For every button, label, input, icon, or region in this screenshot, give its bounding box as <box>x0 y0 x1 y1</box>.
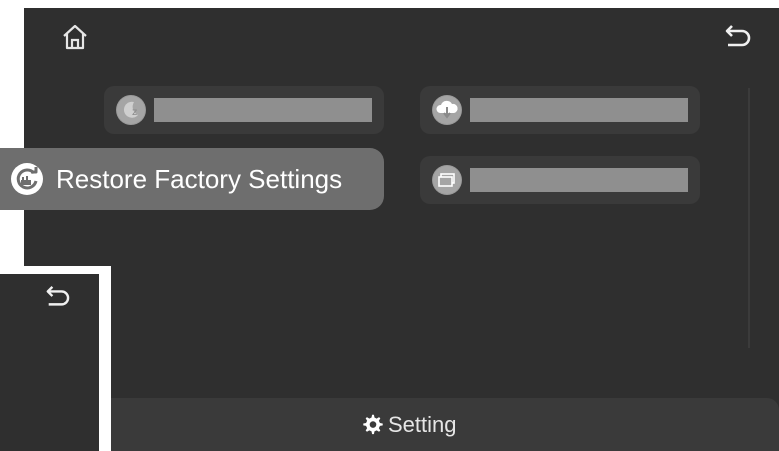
footer-title: Setting <box>362 412 457 438</box>
back-button[interactable] <box>40 282 74 312</box>
settings-screen: z <box>24 8 779 451</box>
home-icon <box>63 24 87 50</box>
back-icon <box>46 285 70 306</box>
sleep-icon: z <box>116 95 146 125</box>
cloud-download-icon <box>432 95 462 125</box>
setting-item-label-placeholder <box>154 98 372 122</box>
preview-thumbnail <box>0 266 111 451</box>
restore-factory-settings-button[interactable]: Restore Factory Settings <box>0 148 384 210</box>
scroll-divider <box>748 88 750 348</box>
setting-item-label-placeholder <box>470 168 688 192</box>
setting-item-sleep[interactable]: z <box>104 86 384 134</box>
footer-bar: Setting <box>24 398 779 451</box>
gear-icon <box>363 414 383 435</box>
svg-text:z: z <box>132 107 137 118</box>
preview-screen <box>0 274 99 451</box>
windows-icon <box>432 165 462 195</box>
footer-title-label: Setting <box>388 412 457 437</box>
setting-item-label-placeholder <box>470 98 688 122</box>
restore-icon <box>10 162 44 196</box>
home-button[interactable] <box>60 22 90 52</box>
restore-factory-settings-label: Restore Factory Settings <box>56 163 343 194</box>
setting-item-cloud-download[interactable] <box>420 86 700 134</box>
setting-item-windows[interactable] <box>420 156 700 204</box>
back-icon <box>725 25 751 47</box>
back-button[interactable] <box>720 22 754 52</box>
